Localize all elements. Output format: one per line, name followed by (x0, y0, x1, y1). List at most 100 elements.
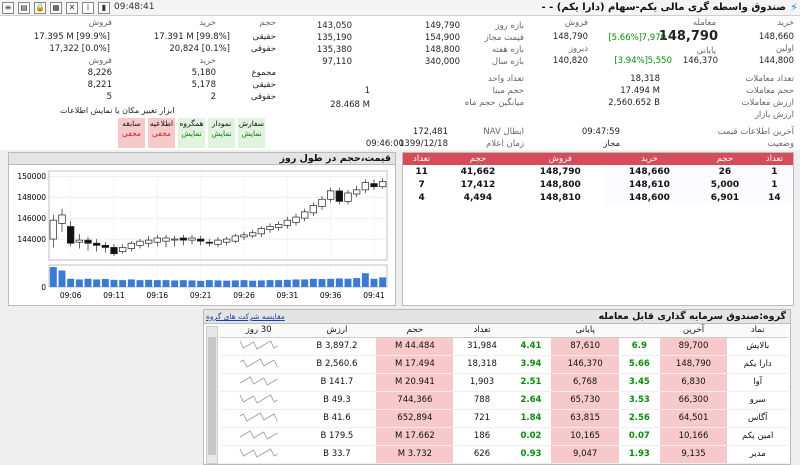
candle-body[interactable] (257, 228, 265, 235)
candle-body[interactable] (249, 232, 257, 237)
ob-cell: 148,660 (604, 165, 694, 178)
group-cell: 65,730 (551, 391, 620, 410)
candle-body[interactable] (309, 205, 317, 214)
candle-body[interactable] (119, 247, 127, 252)
candle-body[interactable] (110, 247, 118, 255)
candle-body[interactable] (188, 237, 196, 241)
candle-body[interactable] (292, 216, 300, 223)
candle-body[interactable] (93, 242, 101, 246)
candle-body[interactable] (162, 237, 170, 242)
volume-bar (257, 280, 265, 287)
candle-body[interactable] (335, 190, 343, 202)
candle-body[interactable] (58, 214, 66, 224)
group-row[interactable]: سرو 66,300 3.53 65,730 2.64 788 744,366 49.3 B (220, 391, 788, 410)
candle-body[interactable] (171, 238, 179, 241)
candle-body[interactable] (84, 239, 92, 244)
last-info-value: 09:47:59 (581, 127, 620, 137)
group-row[interactable]: امین یکم 10,166 0.07 10,165 0.02 186 17.662 M1… (220, 427, 788, 446)
group-cell: 1.84 (510, 409, 552, 428)
order-book-table: تعداد حجم خرید فروش حجم تعداد 1 26 148,660 148,7… (403, 153, 793, 204)
sparkline-30d (239, 339, 278, 350)
group-row[interactable]: مدیر 9,135 1.93 9,047 0.93 626 3.732 M 33.7 B (220, 445, 788, 464)
toggle-button-2[interactable]: همگروه نمایش (178, 118, 205, 148)
tools-icon[interactable]: ✕ (66, 2, 78, 14)
sparkline-path (239, 393, 278, 404)
candle-body[interactable] (67, 226, 75, 244)
status-value: مجاز (603, 139, 620, 149)
count-real-label: حقیقی (252, 80, 276, 90)
candle-body[interactable] (327, 190, 335, 200)
order-book-row[interactable]: 1 26 148,660 148,790 41,662 11 (403, 165, 793, 178)
group-row[interactable]: آگاس 64,501 2.56 63,815 1.84 721 652,894 41.6 B (220, 409, 788, 428)
menu-icon[interactable]: ≡ (2, 2, 14, 14)
nav-label: NAV ابطال (483, 127, 524, 137)
trade-label: معامله (692, 18, 716, 28)
candle-body[interactable] (266, 226, 274, 230)
candle-body[interactable] (240, 234, 248, 238)
candle-body[interactable] (197, 238, 205, 242)
order-book-row[interactable]: 1 5,000 148,610 148,800 17,412 7 (403, 178, 793, 191)
count-legal-buy: 2 (210, 92, 216, 102)
candle-body[interactable] (153, 237, 161, 243)
order-book-row[interactable]: 14 6,901 148,600 148,810 4,494 4 (403, 191, 793, 204)
candle-body[interactable] (49, 219, 57, 240)
group-row[interactable]: دارا یکم 148,790 5.66 146,370 3.94 18,318 17.4… (220, 355, 788, 374)
candle-body[interactable] (353, 189, 361, 195)
group-cell: 626 (453, 445, 511, 464)
volume-tick-label: 0 (41, 283, 46, 292)
lock-icon[interactable]: 🔒 (34, 2, 46, 14)
group-row[interactable]: آوا 6,830 3.45 6,768 2.51 1,903 20.941 M 141.7 … (220, 373, 788, 392)
candle-body[interactable] (145, 239, 153, 244)
candle-body[interactable] (301, 211, 309, 219)
group-cell: آوا (727, 373, 788, 392)
chart-icon[interactable]: ▮ (98, 2, 110, 14)
candle-body[interactable] (344, 192, 352, 202)
sparkline-30d (239, 357, 278, 368)
candle-body[interactable] (275, 224, 283, 228)
candle-body[interactable] (179, 237, 187, 241)
value-value: 2,560.652 B (608, 98, 660, 108)
info-icon[interactable]: i (82, 2, 94, 14)
calendar-icon[interactable]: ▦ (50, 2, 62, 14)
group-cell: 10,166 (659, 427, 728, 446)
toggle-button-3[interactable]: اطلاعیه مخفی (148, 118, 175, 148)
candle-body[interactable] (214, 239, 222, 245)
candle-body[interactable] (136, 240, 144, 246)
sparkline-path (239, 357, 278, 368)
ob-cell: 7 (418, 179, 425, 190)
candle-body[interactable] (370, 183, 378, 188)
candle-body[interactable] (361, 182, 369, 191)
candle-body[interactable] (75, 239, 83, 243)
candle-body[interactable] (101, 244, 109, 248)
group-col-4 (510, 324, 552, 338)
candle-body[interactable] (231, 235, 239, 242)
candle-body[interactable] (205, 241, 213, 244)
y-tick-label: 146000 (17, 214, 46, 223)
count-value: 18,318 (630, 74, 660, 84)
group-cell: 4.41 (510, 337, 552, 356)
toggle-button-0[interactable]: سفارش نمایش (238, 118, 265, 148)
candle-body[interactable] (379, 181, 387, 188)
volume-bar (318, 279, 326, 287)
group-cell: 5.66 (619, 355, 660, 374)
x-tick-label: 09:16 (147, 291, 169, 300)
count-sum-buy: 5,180 (191, 68, 216, 78)
toolbox-caption: ابزار تغییر مکان یا نمایش اطلاعات (60, 106, 175, 115)
document-icon[interactable]: ▤ (18, 2, 30, 14)
candle-body[interactable] (283, 219, 291, 226)
toggle-button-4[interactable]: سابقه مخفی (118, 118, 145, 148)
candle-body[interactable] (318, 198, 326, 207)
candle-body[interactable] (127, 242, 135, 249)
group-cell: 0.93 (510, 445, 552, 464)
market-value-label: ارزش بازار (754, 110, 794, 120)
scrollbar-thumb[interactable] (208, 337, 216, 455)
group-scrollbar[interactable] (206, 326, 218, 464)
candle-body[interactable] (223, 238, 231, 243)
compare-group-link[interactable]: مقایسه شرکت های گروه (206, 312, 285, 321)
price-volume-chart[interactable]: 150000 148000 146000 144000 0 09:06 09:11 09:16… (9, 165, 395, 305)
sparkline-cell (220, 427, 298, 446)
y-tick-label: 148000 (17, 193, 46, 202)
group-table: نماد آخرین پایانی تعداد حجم ارزش 30 روز بالایش… (220, 324, 788, 464)
toggle-button-1[interactable]: نمودار نمایش (208, 118, 235, 148)
group-row[interactable]: بالایش 89,700 6.9 87,610 4.41 31,984 44.484 M3… (220, 337, 788, 356)
